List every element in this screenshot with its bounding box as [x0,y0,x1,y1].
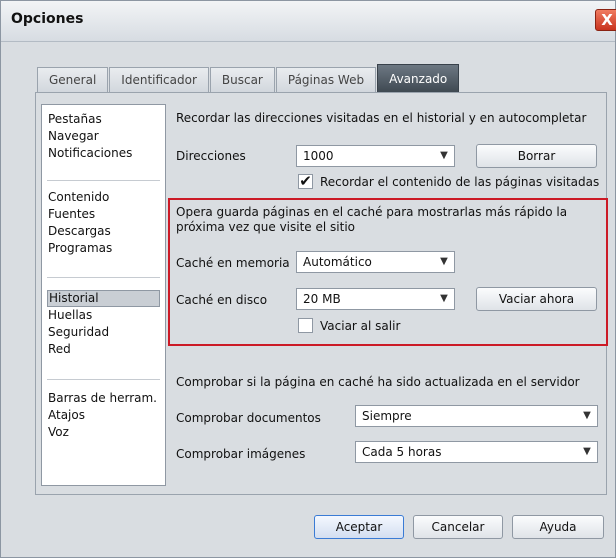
remember-content-label: Recordar el contenido de las páginas vis… [320,175,600,189]
chevron-down-icon[interactable]: ▼ [434,146,454,166]
title-bar[interactable]: Opciones X [1,1,616,42]
sidebar-separator [47,379,160,380]
sidebar-separator [47,277,160,278]
ok-button[interactable]: Aceptar [314,515,404,539]
help-button[interactable]: Ayuda [512,515,604,539]
addresses-value: 1000 [303,149,334,163]
sidebar-item-navegar[interactable]: Navegar [47,128,160,145]
check-images-label: Comprobar imágenes [176,447,306,461]
remember-addresses-label: Recordar las direcciones visitadas en el… [176,111,587,125]
tab-avanzado[interactable]: Avanzado [377,64,460,92]
sidebar-item-fuentes[interactable]: Fuentes [47,206,160,223]
cancel-button[interactable]: Cancelar [413,515,503,539]
tab-general[interactable]: General [37,67,109,92]
check-images-value: Cada 5 horas [362,445,442,459]
close-icon: X [601,11,613,29]
sidebar-list: Pestañas Navegar Notificaciones Contenid… [41,104,166,486]
check-updated-heading: Comprobar si la página en caché ha sido … [176,375,580,389]
sidebar-item-notificaciones[interactable]: Notificaciones [47,145,160,162]
check-documents-select[interactable]: Siempre ▼ [355,405,598,427]
chevron-down-icon[interactable]: ▼ [577,406,597,426]
chevron-down-icon[interactable]: ▼ [577,442,597,462]
check-documents-value: Siempre [362,409,412,423]
tab-buscar[interactable]: Buscar [209,67,275,92]
highlight-box [168,198,608,346]
addresses-select[interactable]: 1000 ▼ [296,145,455,167]
sidebar-item-red[interactable]: Red [47,341,160,358]
tab-identificador[interactable]: Identificador [109,67,209,92]
sidebar-item-historial[interactable]: Historial [47,290,160,307]
sidebar-item-barras[interactable]: Barras de herram. [47,390,160,407]
check-images-select[interactable]: Cada 5 horas ▼ [355,441,598,463]
sidebar-item-voz[interactable]: Voz [47,424,160,441]
check-documents-label: Comprobar documentos [176,411,321,425]
close-button[interactable]: X [595,9,616,31]
sidebar-item-pestanas[interactable]: Pestañas [47,111,160,128]
tab-paginas-web[interactable]: Páginas Web [275,67,377,92]
sidebar-item-seguridad[interactable]: Seguridad [47,324,160,341]
tab-bar: General Identificador Buscar Páginas Web… [37,64,460,92]
sidebar-item-descargas[interactable]: Descargas [47,223,160,240]
sidebar-separator [47,180,160,181]
window-title: Opciones [11,11,84,27]
addresses-label: Direcciones [176,149,246,163]
options-dialog: Opciones X General Identificador Buscar … [0,0,616,558]
clear-history-button[interactable]: Borrar [476,144,597,168]
checkmark-icon: ✔ [299,172,312,190]
sidebar-item-contenido[interactable]: Contenido [47,189,160,206]
sidebar-item-atajos[interactable]: Atajos [47,407,160,424]
sidebar-item-huellas[interactable]: Huellas [47,307,160,324]
sidebar-item-programas[interactable]: Programas [47,240,160,257]
remember-content-checkbox[interactable]: ✔ [298,174,313,189]
